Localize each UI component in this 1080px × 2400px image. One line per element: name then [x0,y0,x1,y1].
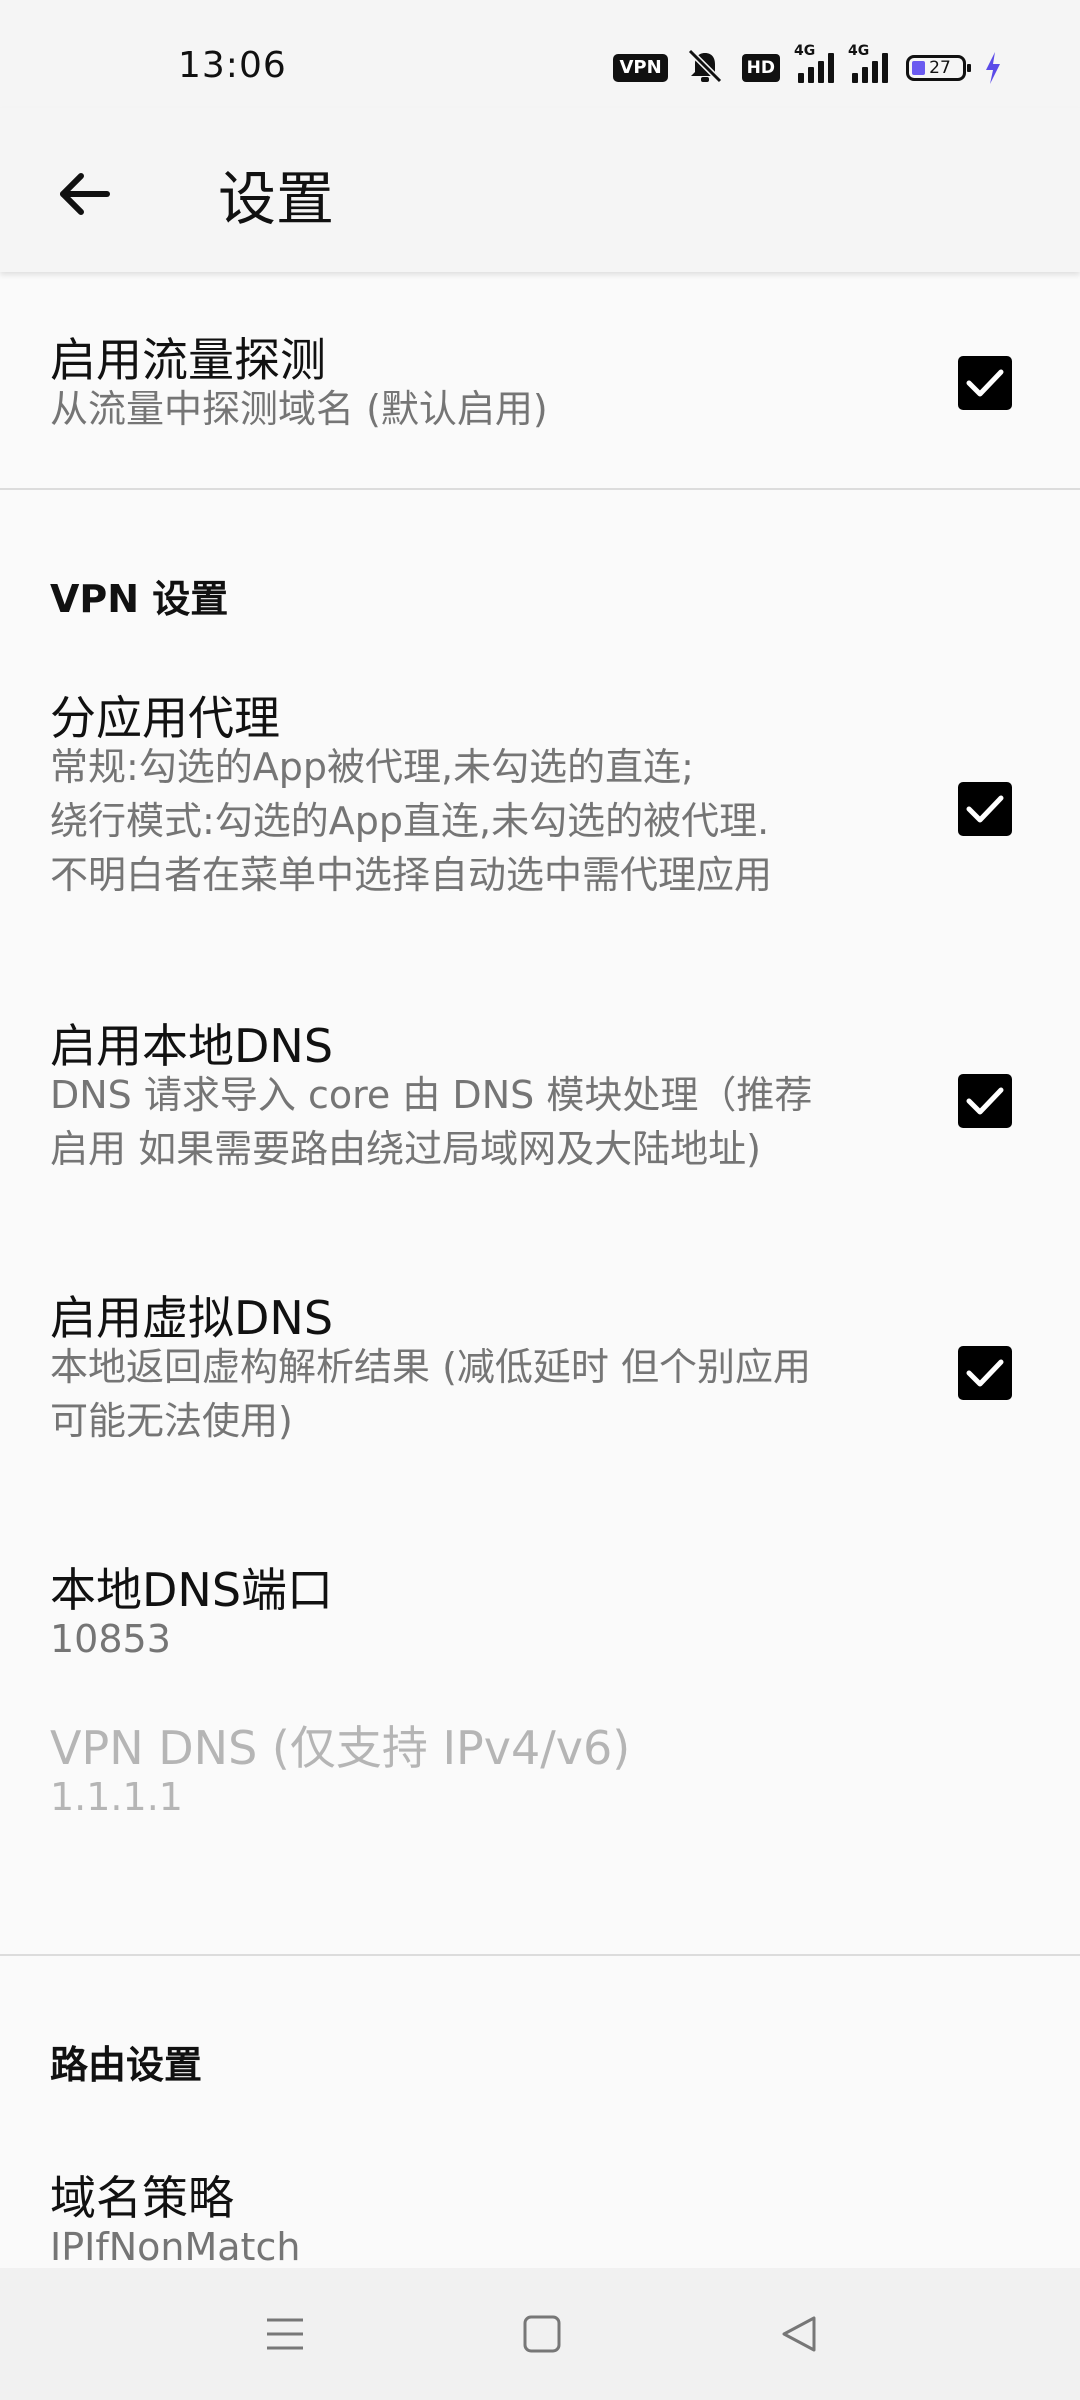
pref-value: 10853 [50,1617,171,1661]
pref-summary: 常规:勾选的App被代理,未勾选的直连; 绕行模式:勾选的App直连,未勾选的被… [50,745,773,897]
pref-sniffing[interactable]: 启用流量探测 从流量中探测域名 (默认启用) [0,272,1080,492]
pref-per-app-proxy[interactable]: 分应用代理 常规:勾选的App被代理,未勾选的直连; 绕行模式:勾选的App直连… [0,682,1080,1002]
pref-summary: 从流量中探测域名 (默认启用) [50,387,548,431]
charging-bolt-icon [984,52,1002,84]
battery-level: 27 [929,58,951,78]
section-divider [0,488,1080,490]
checkmark-icon [966,795,1004,823]
pref-summary: DNS 请求导入 core 由 DNS 模块处理（推荐 启用 如果需要路由绕过局… [50,1073,813,1171]
battery-icon: 27 [906,55,971,81]
sniffing-checkbox[interactable] [958,356,1012,410]
per-app-proxy-checkbox[interactable] [958,782,1012,836]
pref-title: 启用流量探测 [50,333,326,387]
checkmark-icon [966,1087,1004,1115]
vpn-icon: VPN [613,54,668,82]
menu-button[interactable] [253,2302,317,2366]
local-dns-checkbox[interactable] [958,1074,1012,1128]
section-header-vpn: VPN 设置 [50,577,229,621]
back-triangle-icon [782,2316,816,2352]
pref-fake-dns[interactable]: 启用虚拟DNS 本地返回虚构解析结果 (减低延时 但个别应用 可能无法使用) [0,1282,1080,1522]
checkmark-icon [966,369,1004,397]
fake-dns-checkbox[interactable] [958,1346,1012,1400]
network-type-label: 4G [848,43,870,59]
section-divider [0,1954,1080,1956]
status-icons: VPN HD 4G 4G 27 [613,43,1002,88]
menu-icon [267,2318,303,2350]
arrow-left-icon [60,173,110,215]
section-header-routing: 路由设置 [50,2043,203,2087]
pref-value: 1.1.1.1 [50,1775,183,1819]
system-nav-bar [0,2268,1080,2400]
home-button[interactable] [510,2302,574,2366]
app-toolbar: 设置 [0,108,1080,272]
pref-value: IPIfNonMatch [50,2225,301,2269]
checkmark-icon [966,1359,1004,1387]
network-type-label: 4G [794,43,816,59]
pref-title: 域名策略 [50,2171,234,2225]
pref-domain-strategy[interactable]: 域名策略 IPIfNonMatch [0,2162,1080,2282]
pref-vpn-dns: VPN DNS (仅支持 IPv4/v6) 1.1.1.1 [0,1712,1080,1862]
pref-title: 启用本地DNS [50,1019,334,1073]
signal-icon: 4G [794,43,834,83]
pref-title: 本地DNS端口 [50,1563,334,1617]
pref-title: VPN DNS (仅支持 IPv4/v6) [50,1721,631,1775]
page-title: 设置 [218,165,335,233]
pref-title: 启用虚拟DNS [50,1291,334,1345]
signal-icon: 4G [848,43,888,83]
status-time: 13:06 [178,45,287,86]
pref-title: 分应用代理 [50,691,280,745]
home-square-icon [523,2315,561,2353]
hd-icon: HD [741,54,780,82]
back-nav-button[interactable] [768,2302,832,2366]
pref-local-dns[interactable]: 启用本地DNS DNS 请求导入 core 由 DNS 模块处理（推荐 启用 如… [0,1010,1080,1250]
pref-summary: 本地返回虚构解析结果 (减低延时 但个别应用 可能无法使用) [50,1345,811,1443]
back-button[interactable] [36,146,132,242]
mute-bell-icon [686,48,724,88]
pref-local-dns-port[interactable]: 本地DNS端口 10853 [0,1554,1080,1704]
